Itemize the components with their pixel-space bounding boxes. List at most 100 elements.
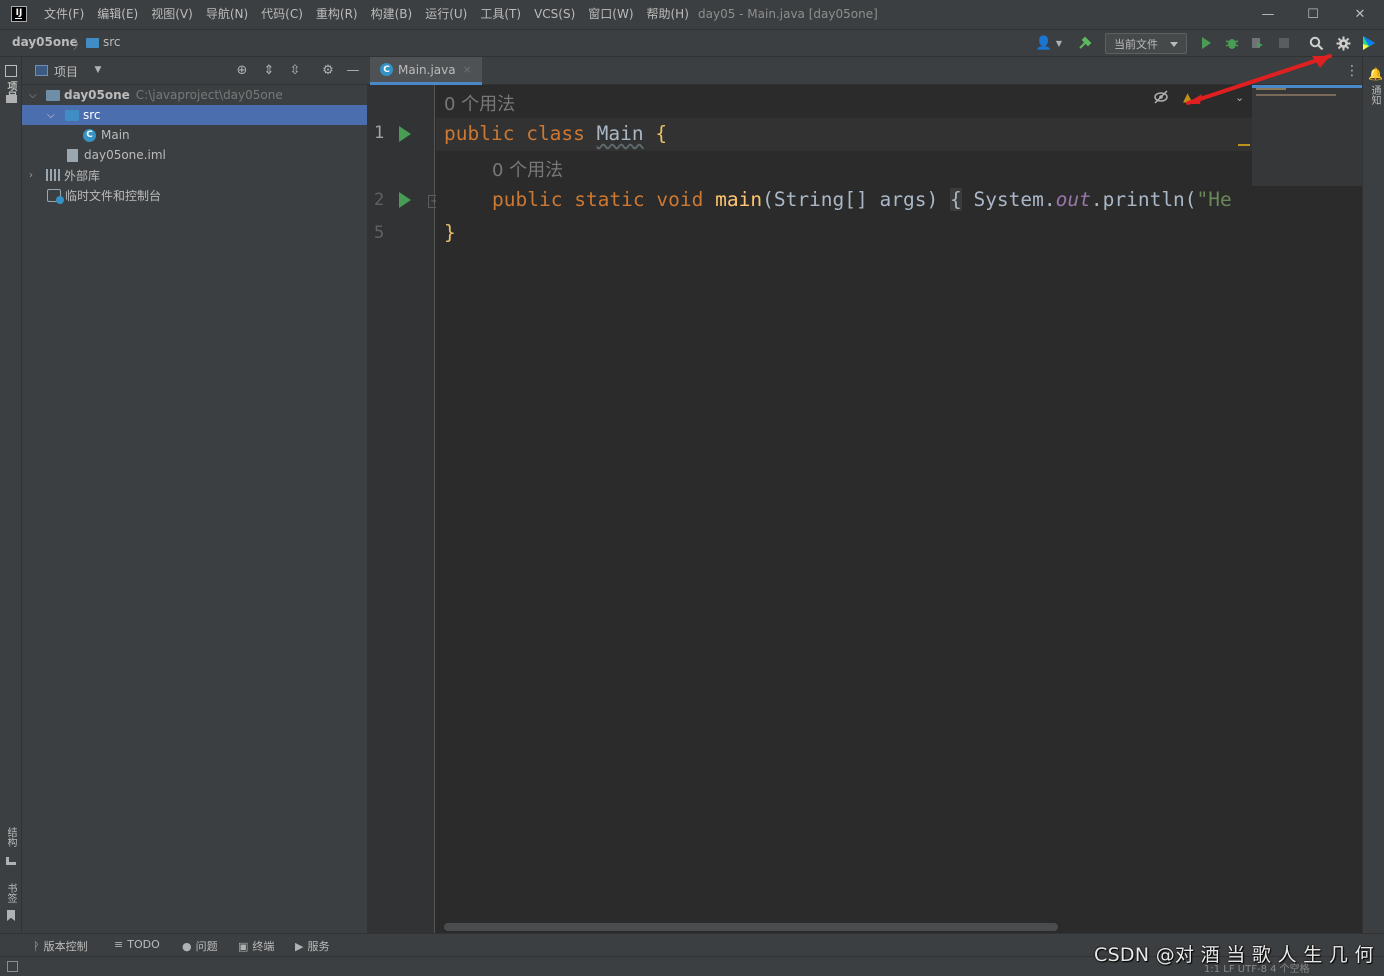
bookmarks-tool-tab[interactable]: 书签 — [3, 883, 18, 903]
project-panel: 项目 ▼ ⊕ ⇕ ⇳ ⚙ — ⌵ day05one C:\javaproject… — [22, 57, 367, 933]
structure-tool-tab[interactable]: 结构 — [3, 827, 18, 847]
folder-tool-icon — [6, 95, 17, 103]
coverage-icon[interactable] — [1249, 35, 1265, 51]
reader-mode-eye-icon[interactable] — [1153, 90, 1169, 107]
settings-gear-icon[interactable] — [1335, 35, 1351, 51]
folded-code-block[interactable]: { — [949, 188, 962, 211]
search-icon[interactable] — [1308, 35, 1324, 51]
tree-item-external-libraries[interactable]: › 外部库 — [22, 165, 367, 185]
tool-services[interactable]: ▶ 服务 — [295, 938, 329, 954]
jetbrains-toolbox-icon[interactable] — [1361, 35, 1377, 51]
project-panel-header: 项目 ▼ ⊕ ⇕ ⇳ ⚙ — — [22, 57, 367, 85]
annotation-red-arrow — [1186, 54, 1332, 105]
tree-item-label: Main — [101, 128, 130, 142]
java-class-icon: C — [380, 63, 393, 76]
hide-panel-icon[interactable]: — — [345, 62, 361, 78]
menu-code[interactable]: 代码(C) — [261, 0, 303, 29]
menu-run[interactable]: 运行(U) — [425, 0, 467, 29]
minimize-button[interactable]: — — [1245, 0, 1291, 29]
menu-tools[interactable]: 工具(T) — [480, 0, 521, 29]
navigation-bar: day05one 〉 src 👤 ▼ 当前文件 — [0, 29, 1384, 57]
expand-all-icon[interactable]: ⇕ — [261, 62, 277, 78]
services-icon: ▶ — [295, 939, 304, 953]
project-view-icon — [35, 65, 48, 76]
breadcrumb-project[interactable]: day05one — [12, 35, 78, 49]
java-class-icon: C — [83, 128, 96, 142]
menu-navigate[interactable]: 导航(N) — [206, 0, 248, 29]
module-folder-icon — [46, 89, 60, 101]
tool-label: TODO — [127, 938, 160, 951]
tree-item-module[interactable]: ⌵ day05one C:\javaproject\day05one — [22, 85, 367, 105]
left-tool-stripe: 项目 结构 书签 — [0, 57, 22, 933]
scratch-console-icon — [47, 188, 64, 204]
csdn-watermark: CSDN @对 酒 当 歌 人 生 几 何 — [1094, 944, 1374, 966]
menu-vcs[interactable]: VCS(S) — [534, 0, 575, 29]
tool-label: 版本控制 — [43, 940, 88, 953]
tool-label: 终端 — [252, 940, 275, 953]
more-options-icon[interactable]: ⋮ — [1345, 63, 1359, 79]
tree-item-src[interactable]: ⌵ src — [22, 105, 367, 125]
chevron-down-icon[interactable]: ⌵ — [29, 90, 37, 101]
git-branch-icon: ᚹ — [33, 939, 40, 953]
code-line-2: public static void main(String[] args) {… — [492, 188, 1232, 211]
tab-main-java[interactable]: C Main.java × — [370, 57, 482, 85]
tree-item-label: 临时文件和控制台 — [65, 188, 162, 203]
close-window-button[interactable]: ✕ — [1337, 0, 1383, 29]
editor-gutter: 1 2 + 5 — [367, 85, 441, 933]
tree-item-iml[interactable]: day05one.iml — [22, 145, 367, 165]
code-editor[interactable] — [436, 85, 1362, 933]
title-bar: IJ 文件(F) 编辑(E) 视图(V) 导航(N) 代码(C) 重构(R) 构… — [0, 0, 1384, 29]
chevron-down-icon[interactable]: ▼ — [1051, 35, 1067, 51]
collapse-all-icon[interactable]: ⇳ — [287, 62, 303, 78]
build-hammer-icon[interactable] — [1077, 35, 1093, 51]
tab-label: Main.java — [398, 62, 456, 77]
menu-build[interactable]: 构建(B) — [371, 0, 413, 29]
structure-icon — [6, 857, 16, 865]
menu-view[interactable]: 视图(V) — [151, 0, 193, 29]
problems-icon: ● — [182, 939, 192, 953]
tool-version-control[interactable]: ᚹ 版本控制 — [33, 938, 88, 954]
close-tab-icon[interactable]: × — [463, 63, 472, 76]
project-tool-icon[interactable] — [5, 65, 17, 77]
maximize-button[interactable]: ☐ — [1290, 0, 1336, 29]
run-gutter-icon[interactable] — [399, 126, 411, 142]
run-icon[interactable] — [1198, 35, 1214, 51]
chevron-right-icon[interactable]: › — [29, 170, 33, 181]
locate-file-icon[interactable]: ⊕ — [234, 62, 250, 78]
line-number: 2 — [374, 190, 385, 210]
tool-problems[interactable]: ● 问题 — [182, 938, 218, 954]
warning-marker[interactable] — [1238, 144, 1250, 146]
tree-item-main-class[interactable]: C Main — [22, 125, 367, 145]
notifications-tool-tab[interactable]: 通知 — [1367, 85, 1382, 105]
tool-todo[interactable]: ≡ TODO — [114, 938, 160, 951]
menu-help[interactable]: 帮助(H) — [647, 0, 689, 29]
notifications-bell-icon[interactable]: 🔔 — [1368, 67, 1383, 81]
debug-bug-icon[interactable] — [1224, 35, 1240, 51]
breadcrumb-src[interactable]: src — [103, 35, 121, 49]
user-icon[interactable]: 👤 — [1036, 35, 1052, 51]
editor-horizontal-scrollbar[interactable] — [444, 923, 1058, 931]
menu-refactor[interactable]: 重构(R) — [316, 0, 358, 29]
tool-label: 服务 — [307, 940, 330, 953]
menu-file[interactable]: 文件(F) — [44, 0, 84, 29]
breadcrumb-separator-icon: 〉 — [73, 38, 87, 53]
terminal-icon: ▣ — [238, 939, 249, 953]
run-configuration-select[interactable]: 当前文件 — [1105, 33, 1187, 54]
usages-inlay-hint[interactable]: 0 个用法 — [444, 90, 515, 116]
tree-item-label: day05one — [64, 88, 130, 102]
panel-settings-gear-icon[interactable]: ⚙ — [320, 62, 336, 78]
tree-item-scratches[interactable]: 临时文件和控制台 — [22, 185, 367, 205]
stop-icon[interactable] — [1276, 35, 1292, 51]
usages-inlay-hint[interactable]: 0 个用法 — [492, 156, 563, 182]
source-folder-icon — [65, 109, 79, 121]
iml-file-icon — [67, 148, 78, 162]
line-number: 5 — [374, 223, 385, 243]
toggle-tool-windows-icon[interactable] — [7, 961, 18, 972]
menu-window[interactable]: 窗口(W) — [588, 0, 633, 29]
run-gutter-icon[interactable] — [399, 192, 411, 208]
menu-edit[interactable]: 编辑(E) — [97, 0, 138, 29]
chevron-down-icon[interactable]: ⌵ — [47, 110, 55, 121]
view-dropdown-chevron-icon[interactable]: ▼ — [90, 62, 106, 78]
project-panel-title[interactable]: 项目 — [54, 63, 78, 80]
tool-terminal[interactable]: ▣ 终端 — [238, 938, 274, 954]
